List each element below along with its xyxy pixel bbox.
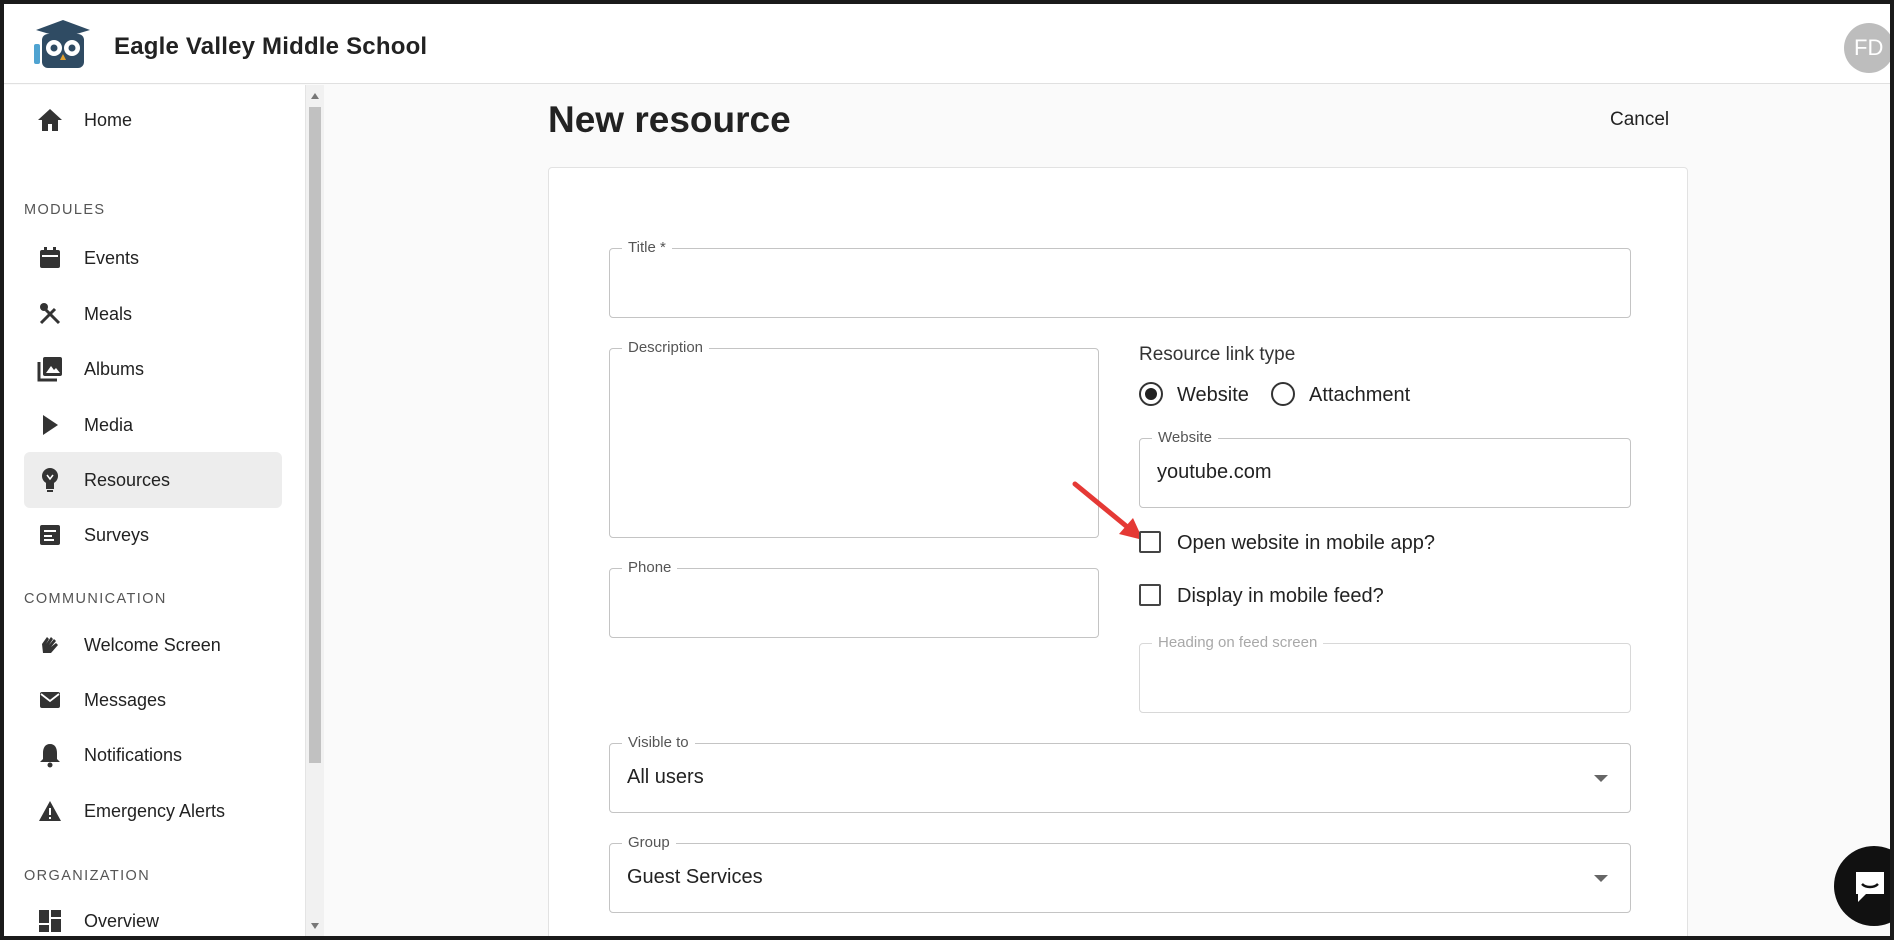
scroll-down-icon[interactable] bbox=[311, 923, 319, 929]
sidebar-item-overview[interactable]: Overview bbox=[24, 893, 282, 936]
display-in-feed-checkbox[interactable] bbox=[1139, 584, 1161, 606]
top-bar: Eagle Valley Middle School FD bbox=[4, 4, 1890, 84]
open-in-app-label[interactable]: Open website in mobile app? bbox=[1177, 532, 1435, 555]
sidebar-item-messages[interactable]: Messages bbox=[24, 672, 282, 728]
photos-icon bbox=[36, 355, 64, 383]
group-select[interactable]: Group Guest Services bbox=[609, 834, 1631, 913]
sidebar-item-home[interactable]: Home bbox=[24, 92, 282, 148]
section-header-modules: MODULES bbox=[24, 202, 106, 218]
visible-to-value: All users bbox=[627, 766, 704, 788]
title-field[interactable]: Title * bbox=[609, 239, 1631, 318]
sidebar-item-label: Notifications bbox=[84, 744, 183, 765]
sidebar-item-events[interactable]: Events bbox=[24, 230, 282, 286]
sidebar-item-albums[interactable]: Albums bbox=[24, 341, 282, 397]
resource-form-card: Title * Description Phone Resource link … bbox=[548, 167, 1688, 936]
phone-field[interactable]: Phone bbox=[609, 559, 1099, 638]
group-value: Guest Services bbox=[627, 866, 763, 888]
sidebar-item-label: Welcome Screen bbox=[84, 634, 221, 655]
scroll-up-icon[interactable] bbox=[311, 93, 319, 99]
sidebar-item-meals[interactable]: Meals bbox=[24, 286, 282, 342]
mail-icon bbox=[36, 686, 64, 714]
warning-icon bbox=[36, 797, 64, 825]
sidebar-item-label: Surveys bbox=[84, 524, 150, 545]
sidebar-item-media[interactable]: Media bbox=[24, 397, 282, 453]
description-field[interactable]: Description bbox=[609, 339, 1099, 538]
display-in-feed-label[interactable]: Display in mobile feed? bbox=[1177, 585, 1384, 608]
visible-to-label: Visible to bbox=[622, 734, 695, 751]
waving-hand-icon bbox=[36, 631, 64, 659]
user-avatar[interactable]: FD bbox=[1844, 23, 1890, 73]
play-icon bbox=[36, 411, 64, 439]
dashboard-icon bbox=[36, 907, 64, 935]
attachment-radio[interactable] bbox=[1271, 382, 1295, 406]
sidebar-item-label: Albums bbox=[84, 358, 145, 379]
sidebar-item-label: Home bbox=[84, 109, 133, 130]
description-field-label: Description bbox=[622, 339, 710, 356]
utensils-icon bbox=[36, 300, 64, 328]
sidebar-item-label: Events bbox=[84, 247, 140, 268]
sidebar-item-notifications[interactable]: Notifications bbox=[24, 727, 282, 783]
website-value: youtube.com bbox=[1157, 461, 1272, 483]
app-window: Eagle Valley Middle School FD Home MODUL… bbox=[4, 4, 1890, 936]
sidebar-item-label: Emergency Alerts bbox=[84, 800, 226, 821]
section-header-organization: ORGANIZATION bbox=[24, 868, 151, 884]
website-radio[interactable] bbox=[1139, 382, 1163, 406]
sidebar-item-welcome-screen[interactable]: Welcome Screen bbox=[24, 617, 282, 673]
bell-icon bbox=[36, 741, 64, 769]
sidebar-item-label: Media bbox=[84, 414, 134, 435]
dropdown-caret-icon bbox=[1594, 875, 1608, 882]
chat-bubble-icon bbox=[1856, 872, 1884, 902]
cancel-button[interactable]: Cancel bbox=[1610, 109, 1669, 131]
visible-to-select[interactable]: Visible to All users bbox=[609, 734, 1631, 813]
sidebar-item-surveys[interactable]: Surveys bbox=[24, 507, 282, 563]
section-header-communication: COMMUNICATION bbox=[24, 591, 167, 607]
group-label: Group bbox=[622, 834, 676, 851]
calendar-icon bbox=[36, 244, 64, 272]
sidebar-item-label: Messages bbox=[84, 689, 167, 710]
website-field[interactable]: Website youtube.com bbox=[1139, 429, 1631, 508]
website-radio-label[interactable]: Website bbox=[1177, 384, 1249, 407]
feed-heading-field-label: Heading on feed screen bbox=[1152, 634, 1324, 651]
feed-heading-field[interactable]: Heading on feed screen bbox=[1139, 634, 1631, 713]
sidebar-item-resources[interactable]: Resources bbox=[24, 452, 282, 508]
sidebar-item-label: Overview bbox=[84, 910, 160, 931]
lightbulb-icon bbox=[36, 466, 64, 494]
sidebar-item-label: Resources bbox=[84, 469, 171, 490]
attachment-radio-label[interactable]: Attachment bbox=[1309, 384, 1410, 407]
scroll-thumb[interactable] bbox=[309, 107, 321, 763]
website-field-label: Website bbox=[1152, 429, 1218, 446]
phone-field-label: Phone bbox=[622, 559, 678, 576]
page-title: New resource bbox=[548, 99, 791, 140]
sidebar: Home MODULES Events Meals Albums Media R… bbox=[4, 85, 306, 936]
sidebar-item-label: Meals bbox=[84, 303, 133, 324]
home-icon bbox=[36, 106, 64, 134]
title-field-label: Title * bbox=[622, 239, 672, 256]
open-in-app-checkbox[interactable] bbox=[1139, 531, 1161, 553]
school-name: Eagle Valley Middle School bbox=[114, 33, 428, 60]
main-content: New resource Cancel Title * Description … bbox=[324, 85, 1890, 936]
school-owl-logo-icon[interactable] bbox=[32, 20, 94, 70]
link-type-label: Resource link type bbox=[1139, 344, 1296, 365]
sidebar-item-emergency-alerts[interactable]: Emergency Alerts bbox=[24, 783, 282, 839]
sidebar-scrollbar[interactable] bbox=[306, 85, 324, 936]
dropdown-caret-icon bbox=[1594, 775, 1608, 782]
survey-icon bbox=[36, 521, 64, 549]
